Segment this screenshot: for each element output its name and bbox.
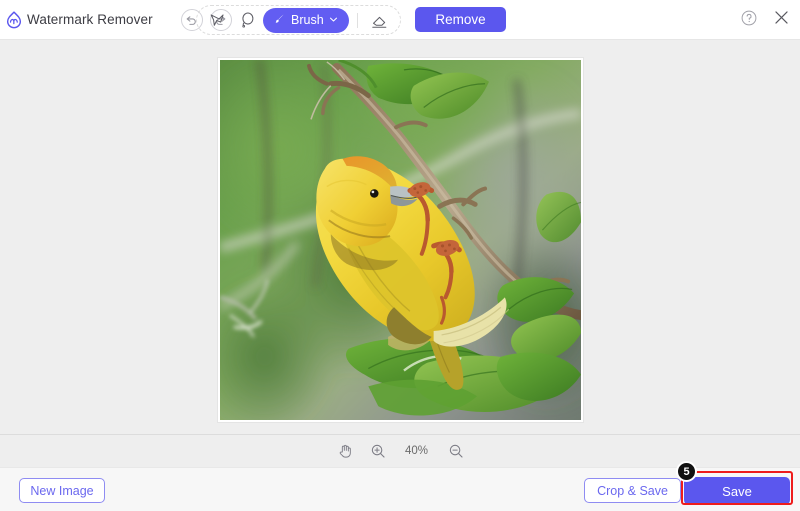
remove-button[interactable]: Remove — [415, 7, 506, 32]
eraser-icon — [370, 11, 389, 30]
zoom-in-button[interactable] — [370, 443, 386, 459]
hand-pan-icon[interactable] — [337, 443, 353, 459]
bird-photo[interactable] — [220, 60, 581, 420]
polygon-lasso-icon — [208, 11, 227, 30]
tool-group: Brush — [196, 5, 401, 35]
polygon-select-tool[interactable] — [203, 7, 231, 33]
crop-and-save-button[interactable]: Crop & Save — [584, 478, 681, 503]
app-title: Watermark Remover — [27, 12, 153, 27]
header-right-controls — [740, 0, 791, 40]
brand: Watermark Remover — [0, 10, 153, 30]
new-image-button[interactable]: New Image — [19, 478, 105, 503]
close-x-icon[interactable] — [772, 8, 791, 32]
image-frame — [218, 58, 583, 422]
step-number-badge: 5 — [676, 461, 697, 482]
watermark-remover-app: Watermark Remover — [0, 0, 800, 511]
zoom-level-label: 40% — [403, 445, 431, 457]
canvas-area[interactable] — [0, 40, 800, 434]
save-button[interactable]: Save — [684, 477, 790, 505]
toolbar-divider — [357, 13, 358, 28]
eraser-tool[interactable] — [366, 7, 394, 33]
app-header: Watermark Remover — [0, 0, 800, 40]
chevron-down-icon[interactable] — [329, 13, 338, 27]
lasso-icon — [238, 11, 257, 30]
brush-tool[interactable]: Brush — [263, 8, 349, 33]
brush-icon — [272, 12, 286, 29]
question-mark-circle-icon[interactable] — [740, 9, 758, 32]
zoom-out-button[interactable] — [448, 443, 464, 459]
brush-tool-label: Brush — [291, 13, 324, 27]
save-button-wrapper: Save — [684, 477, 790, 505]
droplet-wave-logo-icon — [4, 10, 24, 30]
lasso-tool[interactable] — [233, 7, 261, 33]
